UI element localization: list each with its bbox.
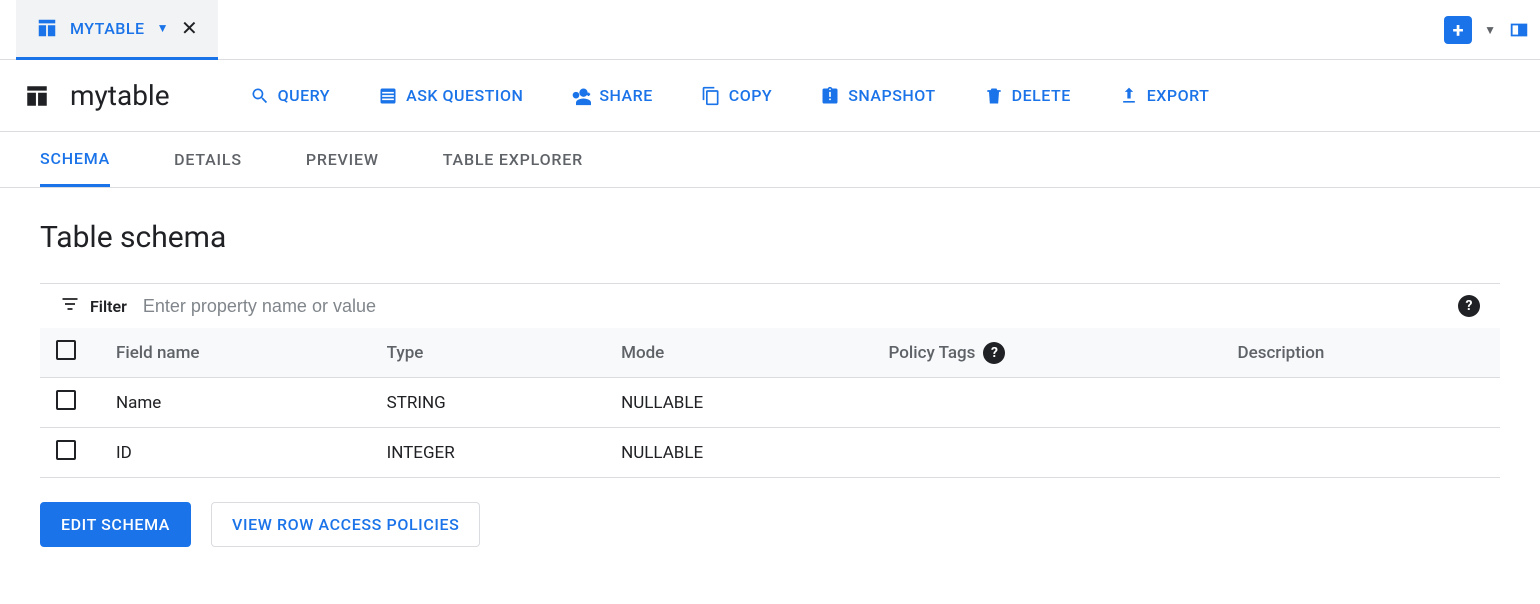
cell-type: INTEGER [371, 428, 605, 478]
cell-policy [873, 428, 1222, 478]
tab-table-explorer[interactable]: TABLE EXPLORER [443, 132, 583, 187]
query-label: QUERY [278, 86, 331, 105]
th-mode: Mode [605, 328, 872, 378]
copy-button[interactable]: COPY [701, 86, 772, 106]
filter-label-group: Filter [60, 294, 127, 318]
filter-row: Filter ? [40, 283, 1500, 328]
table-icon [24, 83, 50, 109]
export-button[interactable]: EXPORT [1119, 86, 1210, 106]
ask-label: ASK QUESTION [406, 86, 523, 105]
table-header-row: Field name Type Mode Policy Tags ? Descr… [40, 328, 1500, 378]
table-icon [36, 17, 58, 39]
file-tab-mytable[interactable]: MYTABLE ▼ ✕ [16, 0, 218, 60]
export-label: EXPORT [1147, 86, 1210, 105]
tabbar-right: + ▼ [1444, 16, 1540, 44]
panel-icon[interactable] [1508, 19, 1530, 41]
content-area: Table schema Filter ? Field name Type Mo… [0, 188, 1540, 579]
snapshot-button[interactable]: SNAPSHOT [820, 86, 935, 106]
th-policy: Policy Tags ? [873, 328, 1222, 378]
section-title: Table schema [40, 220, 1500, 255]
sub-nav: SCHEMA DETAILS PREVIEW TABLE EXPLORER [0, 132, 1540, 188]
action-bar: QUERY ASK QUESTION SHARE COPY SNAPSHOT D… [250, 86, 1210, 106]
ask-question-button[interactable]: ASK QUESTION [378, 86, 523, 106]
table-row: Name STRING NULLABLE [40, 378, 1500, 428]
help-icon[interactable]: ? [1458, 295, 1480, 317]
cell-mode: NULLABLE [605, 378, 872, 428]
query-button[interactable]: QUERY [250, 86, 331, 106]
copy-label: COPY [729, 86, 772, 105]
filter-input[interactable] [143, 296, 1442, 317]
snapshot-label: SNAPSHOT [848, 86, 935, 105]
file-tab-bar: MYTABLE ▼ ✕ + ▼ [0, 0, 1540, 60]
filter-label: Filter [90, 297, 127, 316]
cell-description [1221, 428, 1500, 478]
cell-description [1221, 378, 1500, 428]
tab-details[interactable]: DETAILS [174, 132, 242, 187]
cell-fieldname: ID [100, 428, 371, 478]
action-button-row: EDIT SCHEMA VIEW ROW ACCESS POLICIES [40, 502, 1500, 547]
close-icon[interactable]: ✕ [181, 16, 198, 40]
select-all-checkbox[interactable] [56, 340, 76, 360]
cell-mode: NULLABLE [605, 428, 872, 478]
tab-preview[interactable]: PREVIEW [306, 132, 379, 187]
tab-schema[interactable]: SCHEMA [40, 132, 110, 187]
table-header: mytable QUERY ASK QUESTION SHARE COPY SN… [0, 60, 1540, 132]
share-button[interactable]: SHARE [571, 86, 652, 106]
delete-label: DELETE [1012, 86, 1071, 105]
table-row: ID INTEGER NULLABLE [40, 428, 1500, 478]
add-tab-button[interactable]: + [1444, 16, 1472, 44]
row-checkbox[interactable] [56, 390, 76, 410]
th-fieldname: Field name [100, 328, 371, 378]
help-icon[interactable]: ? [983, 342, 1005, 364]
delete-button[interactable]: DELETE [984, 86, 1071, 106]
add-tab-dropdown-icon[interactable]: ▼ [1484, 23, 1496, 37]
share-label: SHARE [599, 86, 652, 105]
filter-icon [60, 294, 80, 318]
dropdown-icon[interactable]: ▼ [157, 21, 169, 35]
table-name: mytable [70, 79, 170, 112]
row-checkbox[interactable] [56, 440, 76, 460]
cell-fieldname: Name [100, 378, 371, 428]
view-row-policies-button[interactable]: VIEW ROW ACCESS POLICIES [211, 502, 480, 547]
schema-table: Field name Type Mode Policy Tags ? Descr… [40, 328, 1500, 478]
th-policy-label: Policy Tags [889, 343, 976, 363]
th-description: Description [1221, 328, 1500, 378]
cell-type: STRING [371, 378, 605, 428]
th-type: Type [371, 328, 605, 378]
cell-policy [873, 378, 1222, 428]
file-tab-label: MYTABLE [70, 19, 145, 38]
edit-schema-button[interactable]: EDIT SCHEMA [40, 502, 191, 547]
